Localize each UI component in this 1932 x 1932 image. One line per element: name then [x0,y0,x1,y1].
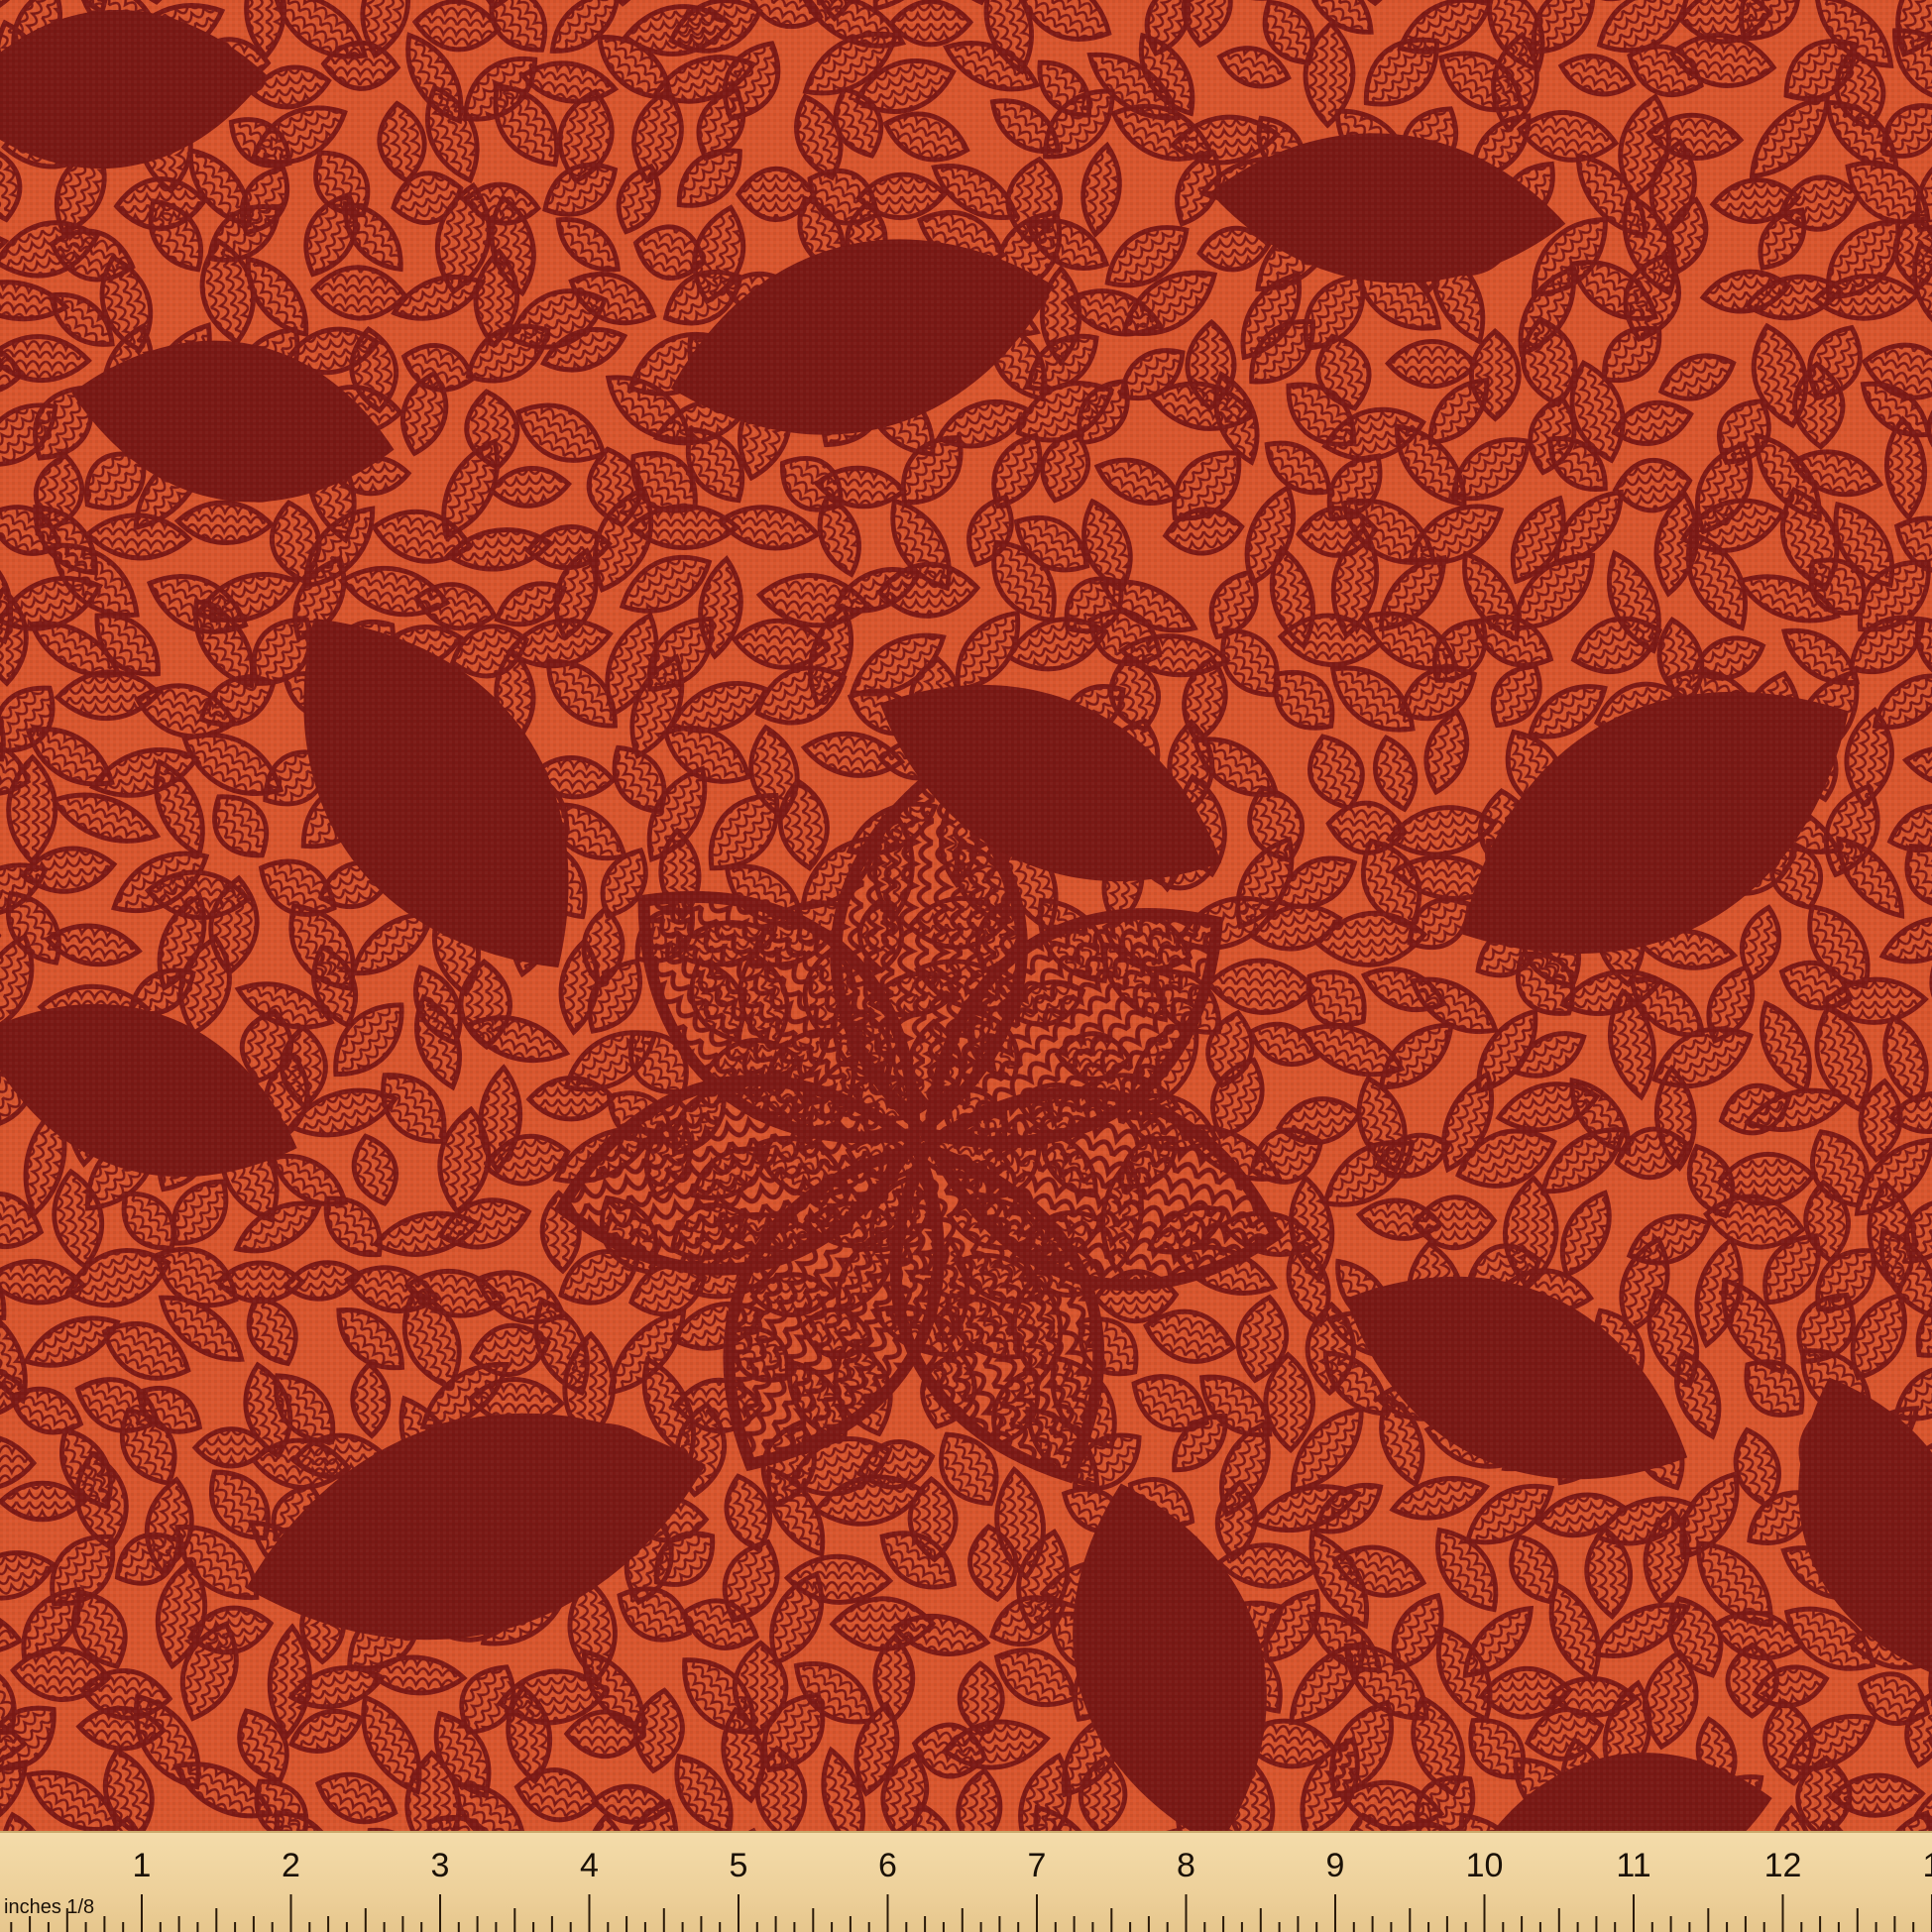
ruler-number: 6 [878,1847,897,1884]
ruler-number: 11 [1616,1847,1651,1884]
fabric-swatch: 1234567891011121 inches 1/8 [0,0,1932,1932]
ruler-number: 1 [132,1847,152,1884]
ruler-number: 5 [729,1847,748,1884]
ruler-number: 1 [1923,1847,1932,1885]
ruler-number: 2 [282,1847,300,1884]
weave-texture [0,0,1932,1831]
ruler-number: 8 [1177,1847,1195,1884]
leaf-pattern-fabric [0,0,1932,1831]
ruler-number: 10 [1465,1847,1504,1884]
ruler-number: 7 [1027,1847,1047,1884]
measuring-ruler: 1234567891011121 inches 1/8 [0,1831,1932,1932]
ruler-number: 3 [430,1847,450,1884]
ruler-unit-label: inches 1/8 [4,1896,94,1919]
ruler-number: 12 [1763,1847,1802,1884]
ruler-number: 4 [580,1847,599,1884]
ruler-number: 9 [1325,1847,1345,1884]
ruler-fraction-text: 1/8 [66,1896,95,1918]
ruler-unit-text: inches [4,1896,61,1918]
